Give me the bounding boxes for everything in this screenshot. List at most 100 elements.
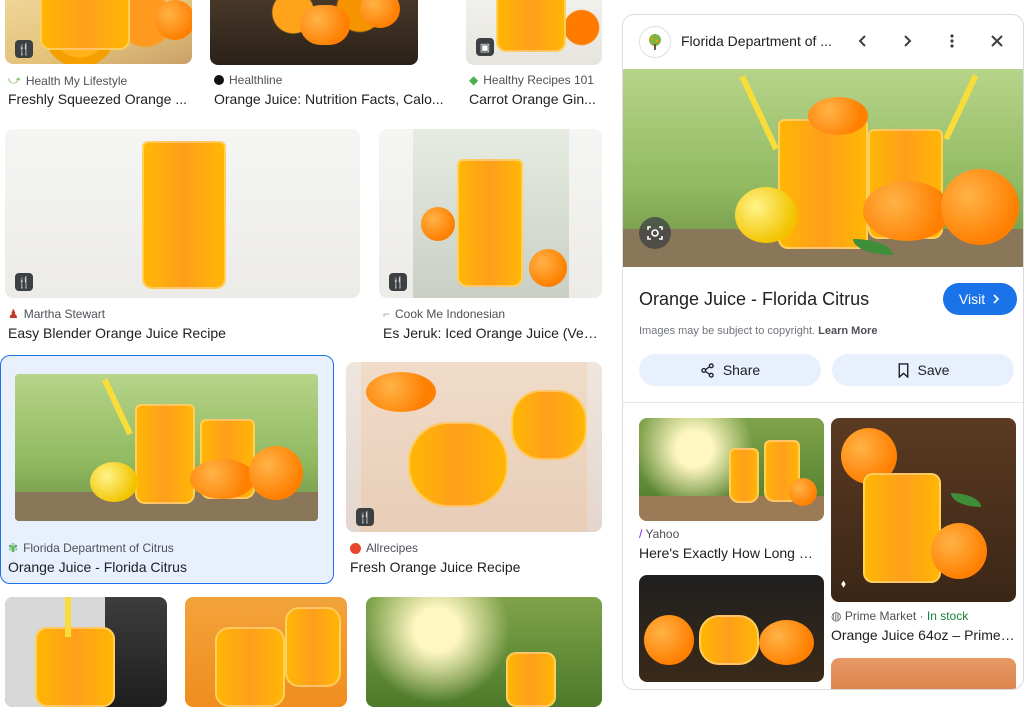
save-button[interactable]: Save	[832, 354, 1014, 386]
orange	[644, 615, 694, 665]
related-title[interactable]: Here's Exactly How Long O...	[639, 545, 819, 561]
straw	[943, 74, 979, 141]
result-image-5[interactable]: 🍴	[379, 129, 602, 298]
copyright-notice: Images may be subject to copyright. Lear…	[639, 325, 878, 337]
juice-jar	[35, 627, 115, 707]
more-vert-icon	[950, 34, 954, 48]
result-source: Healthline	[214, 73, 282, 87]
result-image-4[interactable]: 🍴	[5, 129, 360, 298]
result-image-7[interactable]: 🍴	[346, 362, 602, 532]
martha-favicon-icon: ♟	[8, 307, 19, 321]
orange-slice	[931, 523, 987, 579]
result-image-10[interactable]	[366, 597, 602, 707]
share-button[interactable]: Share	[639, 354, 821, 386]
result-title[interactable]: Carrot Orange Gin...	[469, 91, 601, 107]
lens-icon	[647, 226, 663, 240]
orange-slice	[863, 181, 951, 241]
yahoo-favicon-icon: /	[639, 527, 643, 541]
learn-more-link[interactable]: Learn More	[818, 325, 877, 337]
result-title[interactable]: Freshly Squeezed Orange ...	[8, 91, 188, 107]
image-preview-panel: Florida Department of ... Orange Juice -…	[622, 14, 1024, 690]
result-image-2[interactable]	[210, 0, 418, 65]
orange	[360, 0, 400, 28]
result-image-3[interactable]: ▣	[466, 0, 602, 65]
result-source: ⤻ Health My Lifestyle	[8, 73, 128, 88]
more-options-button[interactable]	[938, 27, 966, 55]
image-icon: ▣	[476, 38, 494, 56]
straw	[65, 597, 71, 637]
price-tag-icon: ⬧	[841, 578, 846, 590]
globe-favicon-icon: ◍	[831, 609, 842, 623]
juice-glass	[457, 159, 523, 287]
chevron-left-icon	[858, 35, 866, 47]
juice-jar	[215, 627, 285, 707]
straw	[739, 75, 779, 151]
chevron-right-icon	[904, 35, 912, 47]
juice-glass	[511, 390, 587, 460]
related-image-3[interactable]: ⬧	[831, 418, 1016, 602]
panel-site-name[interactable]: Florida Department of ...	[681, 33, 832, 49]
juice-glass	[142, 141, 226, 289]
related-source: / Yahoo	[639, 527, 680, 541]
previous-button[interactable]	[849, 27, 877, 55]
related-title[interactable]: Orange Juice 64oz – Prime ...	[831, 627, 1016, 643]
close-icon	[991, 35, 1003, 47]
result-title[interactable]: Es Jeruk: Iced Orange Juice (Veg...	[383, 325, 601, 341]
related-image-4[interactable]	[831, 658, 1016, 689]
orange-slice	[366, 372, 436, 412]
share-icon	[701, 362, 714, 378]
result-image-8[interactable]	[5, 597, 167, 707]
recipe-icon: 🍴	[389, 273, 407, 291]
result-source: Allrecipes	[350, 541, 418, 555]
result-source: ◆ Healthy Recipes 101	[469, 73, 594, 87]
result-title[interactable]: Orange Juice - Florida Citrus	[8, 559, 328, 575]
juice-glass	[40, 0, 130, 50]
preview-image[interactable]	[623, 69, 1023, 267]
lemon	[90, 462, 138, 502]
citrus-tree-icon	[649, 34, 661, 50]
visit-button[interactable]: Visit	[943, 283, 1017, 315]
result-title[interactable]: Fresh Orange Juice Recipe	[350, 559, 600, 575]
result-source: ♟ Martha Stewart	[8, 307, 106, 321]
orange	[249, 446, 303, 500]
orange	[941, 169, 1019, 245]
related-image-1[interactable]	[639, 418, 824, 521]
juice-glass	[729, 448, 759, 503]
result-image-6[interactable]	[15, 374, 318, 521]
preview-title[interactable]: Orange Juice - Florida Citrus	[639, 289, 869, 310]
juice-glass	[699, 615, 759, 665]
result-title[interactable]: Easy Blender Orange Juice Recipe	[8, 325, 348, 341]
save-label: Save	[917, 362, 950, 378]
orange-slice	[190, 459, 255, 499]
orange-slice	[421, 207, 455, 241]
related-image-2[interactable]	[639, 575, 824, 682]
visual-search-button[interactable]	[639, 217, 671, 249]
orange	[155, 0, 192, 40]
result-image-1[interactable]: 🍴	[5, 0, 192, 64]
panel-header: Florida Department of ...	[623, 15, 1023, 69]
straw	[101, 378, 133, 436]
result-image-9[interactable]	[185, 597, 347, 707]
visit-label: Visit	[958, 291, 986, 307]
juice-jar	[285, 607, 341, 687]
orange-slice	[759, 620, 814, 665]
recipe-icon: 🍴	[15, 40, 33, 58]
leaf-favicon-icon: ⤻	[8, 73, 21, 87]
bookmark-icon	[898, 362, 908, 378]
healthline-favicon-icon	[214, 75, 224, 85]
recipe-icon: 🍴	[356, 508, 374, 526]
close-button[interactable]	[983, 27, 1011, 55]
panel-divider	[623, 402, 1023, 403]
orange-slice	[300, 5, 350, 45]
leaf	[951, 493, 981, 507]
recipe-icon: 🍴	[15, 273, 33, 291]
stock-status: In stock	[926, 609, 969, 623]
next-button[interactable]	[893, 27, 921, 55]
florida-favicon-icon: ✾	[8, 541, 19, 555]
orange-slice	[529, 249, 567, 287]
result-source: ⌐ Cook Me Indonesian	[383, 307, 506, 321]
chevron-right-icon	[993, 294, 1000, 304]
result-title[interactable]: Orange Juice: Nutrition Facts, Calo...	[214, 91, 449, 107]
juice-glass	[496, 0, 566, 52]
recipe-favicon-icon: ◆	[469, 73, 479, 87]
